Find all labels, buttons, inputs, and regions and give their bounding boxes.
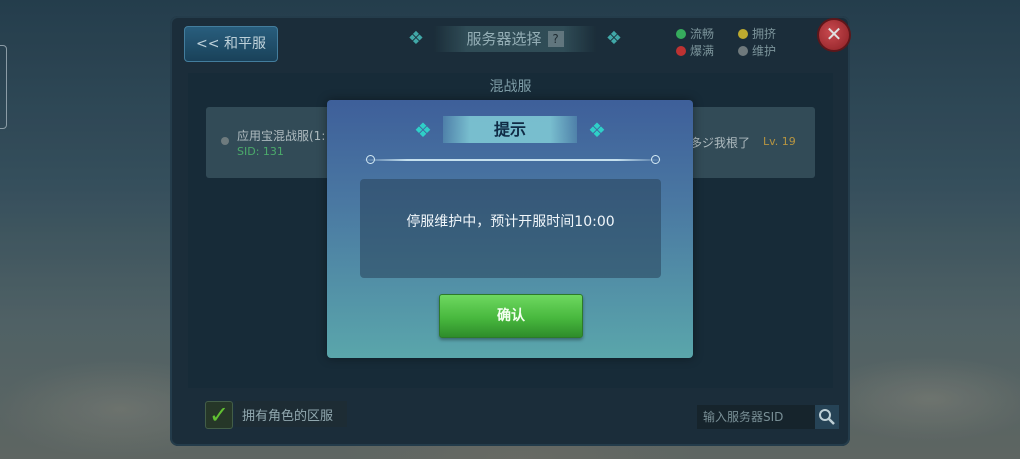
confirm-button[interactable]: 确认 bbox=[439, 294, 583, 338]
divider-end-icon bbox=[651, 155, 660, 164]
ornament-right-icon: ❖ bbox=[588, 118, 606, 142]
dialog-title: 提示 bbox=[443, 116, 577, 143]
dialog-title-bar: ❖ 提示 ❖ bbox=[409, 116, 611, 143]
ornament-left-icon: ❖ bbox=[414, 118, 432, 142]
dialog-message: 停服维护中，预计开服时间10:00 bbox=[406, 214, 615, 230]
dialog-divider bbox=[362, 159, 662, 161]
